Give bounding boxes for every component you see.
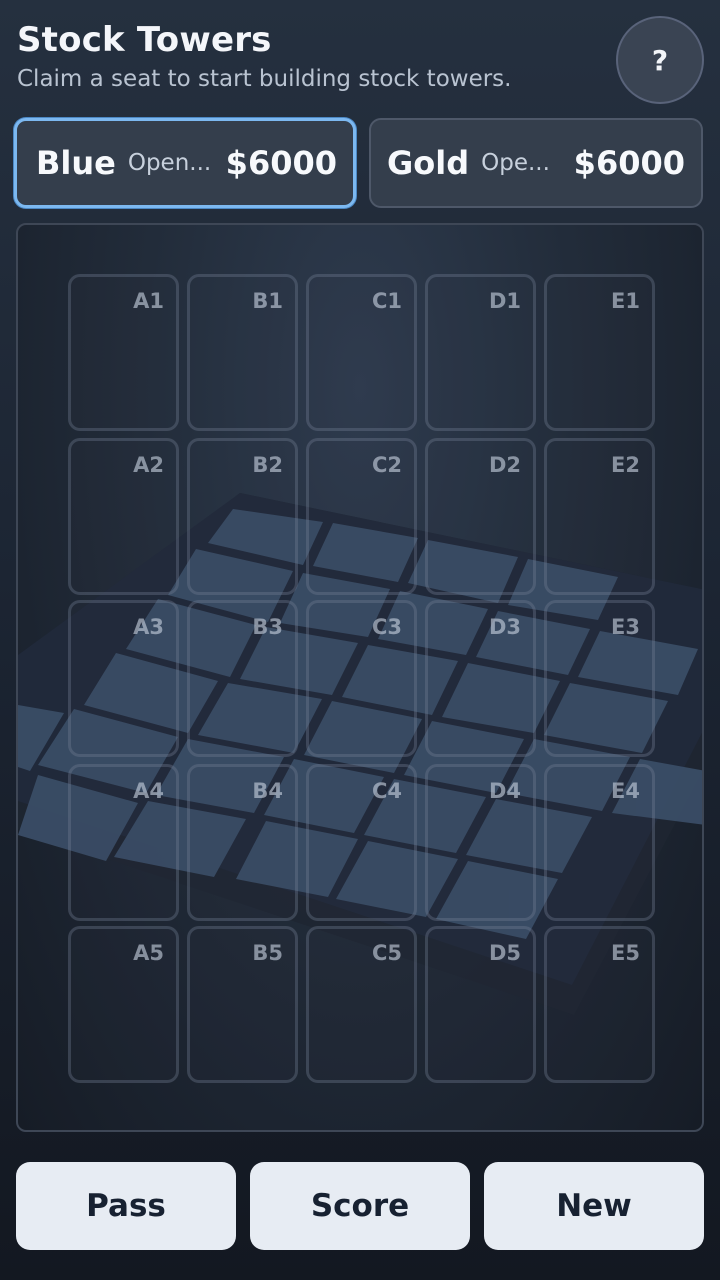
cell-label: A5 bbox=[133, 941, 164, 965]
cell-label: A1 bbox=[133, 289, 164, 313]
cell-label: E4 bbox=[611, 779, 640, 803]
cell-label: E2 bbox=[611, 453, 640, 477]
cell-label: D1 bbox=[488, 289, 521, 313]
question-mark-icon: ? bbox=[651, 43, 669, 77]
board-cell-b4[interactable]: B4 bbox=[187, 764, 298, 921]
board-cell-e2[interactable]: E2 bbox=[544, 438, 655, 595]
cell-label: B5 bbox=[252, 941, 283, 965]
board-cell-c3[interactable]: C3 bbox=[306, 600, 417, 757]
board-cell-a4[interactable]: A4 bbox=[68, 764, 179, 921]
cell-label: B3 bbox=[252, 615, 283, 639]
cell-label: C1 bbox=[371, 289, 402, 313]
cell-label: C4 bbox=[371, 779, 402, 803]
seat-gold-button[interactable]: Gold Ope... $6000 bbox=[369, 118, 703, 208]
board-cell-a3[interactable]: A3 bbox=[68, 600, 179, 757]
cell-label: C3 bbox=[371, 615, 402, 639]
game-board: A1 B1 C1 D1 E1 A2 B2 C2 D2 E2 A3 B3 C3 D… bbox=[16, 223, 704, 1132]
cell-label: E5 bbox=[611, 941, 640, 965]
cell-label: B4 bbox=[252, 779, 283, 803]
seat-name: Blue bbox=[36, 144, 116, 182]
page-subtitle: Claim a seat to start building stock tow… bbox=[17, 66, 512, 92]
seat-money: $6000 bbox=[573, 144, 685, 182]
cell-label: D3 bbox=[488, 615, 521, 639]
board-cell-e1[interactable]: E1 bbox=[544, 274, 655, 431]
board-cell-a1[interactable]: A1 bbox=[68, 274, 179, 431]
cell-label: A3 bbox=[133, 615, 164, 639]
cell-label: C2 bbox=[371, 453, 402, 477]
cell-label: A2 bbox=[133, 453, 164, 477]
new-game-button[interactable]: New bbox=[484, 1162, 704, 1250]
seat-blue-button[interactable]: Blue Open... $6000 bbox=[14, 118, 356, 208]
cell-label: E1 bbox=[611, 289, 640, 313]
cell-label: B1 bbox=[252, 289, 283, 313]
pass-button[interactable]: Pass bbox=[16, 1162, 236, 1250]
board-cell-b3[interactable]: B3 bbox=[187, 600, 298, 757]
cell-label: C5 bbox=[371, 941, 402, 965]
cell-label: D5 bbox=[488, 941, 521, 965]
help-button[interactable]: ? bbox=[616, 16, 704, 104]
cell-label: D4 bbox=[488, 779, 521, 803]
page-title: Stock Towers bbox=[17, 20, 272, 60]
cell-label: B2 bbox=[252, 453, 283, 477]
board-cell-c4[interactable]: C4 bbox=[306, 764, 417, 921]
board-cell-b2[interactable]: B2 bbox=[187, 438, 298, 595]
board-cell-d1[interactable]: D1 bbox=[425, 274, 536, 431]
seat-name: Gold bbox=[387, 144, 470, 182]
board-cell-c2[interactable]: C2 bbox=[306, 438, 417, 595]
score-button[interactable]: Score bbox=[250, 1162, 470, 1250]
board-cell-a2[interactable]: A2 bbox=[68, 438, 179, 595]
board-cell-d5[interactable]: D5 bbox=[425, 926, 536, 1083]
seat-status: Open... bbox=[127, 150, 212, 176]
cell-label: D2 bbox=[488, 453, 521, 477]
board-cell-e4[interactable]: E4 bbox=[544, 764, 655, 921]
board-cell-d4[interactable]: D4 bbox=[425, 764, 536, 921]
seat-status: Ope... bbox=[481, 150, 550, 176]
cell-label: A4 bbox=[133, 779, 164, 803]
board-cell-c5[interactable]: C5 bbox=[306, 926, 417, 1083]
board-cell-b1[interactable]: B1 bbox=[187, 274, 298, 431]
board-cell-e5[interactable]: E5 bbox=[544, 926, 655, 1083]
seat-money: $6000 bbox=[225, 144, 337, 182]
cell-label: E3 bbox=[611, 615, 640, 639]
board-cell-b5[interactable]: B5 bbox=[187, 926, 298, 1083]
board-cell-d2[interactable]: D2 bbox=[425, 438, 536, 595]
board-cell-d3[interactable]: D3 bbox=[425, 600, 536, 757]
board-cell-a5[interactable]: A5 bbox=[68, 926, 179, 1083]
board-cell-e3[interactable]: E3 bbox=[544, 600, 655, 757]
board-cell-c1[interactable]: C1 bbox=[306, 274, 417, 431]
